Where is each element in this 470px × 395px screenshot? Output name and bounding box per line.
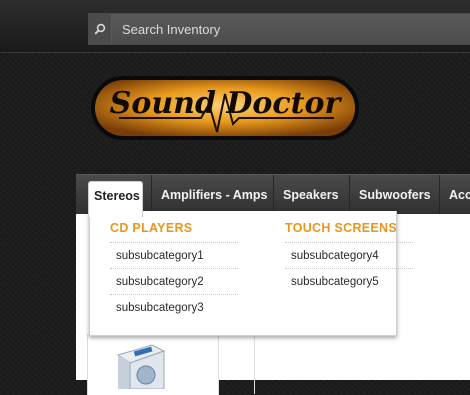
dropdown-item[interactable]: subsubcategory4 [285, 242, 413, 268]
dropdown-item[interactable]: subsubcategory2 [110, 268, 238, 294]
menu-item-amplifiers[interactable]: Amplifiers - Amps [151, 175, 272, 215]
stereos-dropdown: CD PLAYERS subsubcategory1 subsubcategor… [89, 211, 413, 336]
menu-item-accessories[interactable]: Acc [439, 175, 470, 215]
menu-item-speakers[interactable]: Speakers [273, 175, 348, 215]
search-box [88, 13, 470, 45]
dropdown-item[interactable]: subsubcategory3 [110, 294, 238, 320]
search-icon [94, 23, 106, 35]
sound-doctor-logo[interactable]: Sound Doctor [89, 74, 361, 142]
svg-text:Sound Doctor: Sound Doctor [110, 86, 343, 121]
category-menu-bar: Stereos Amplifiers - Amps Speakers Subwo… [76, 174, 470, 217]
dropdown-item[interactable]: subsubcategory1 [110, 242, 238, 268]
search-input[interactable] [112, 14, 470, 44]
menu-item-subwoofers[interactable]: Subwoofers [349, 175, 438, 215]
search-button[interactable] [89, 14, 112, 44]
divider [254, 334, 255, 394]
column-heading[interactable]: CD PLAYERS [110, 221, 192, 235]
menu-item-stereos[interactable]: Stereos [88, 181, 143, 217]
column-heading[interactable]: TOUCH SCREENS [285, 221, 397, 235]
product-image[interactable] [112, 341, 168, 389]
top-bar [0, 0, 470, 53]
dropdown-item[interactable]: subsubcategory5 [285, 268, 413, 294]
